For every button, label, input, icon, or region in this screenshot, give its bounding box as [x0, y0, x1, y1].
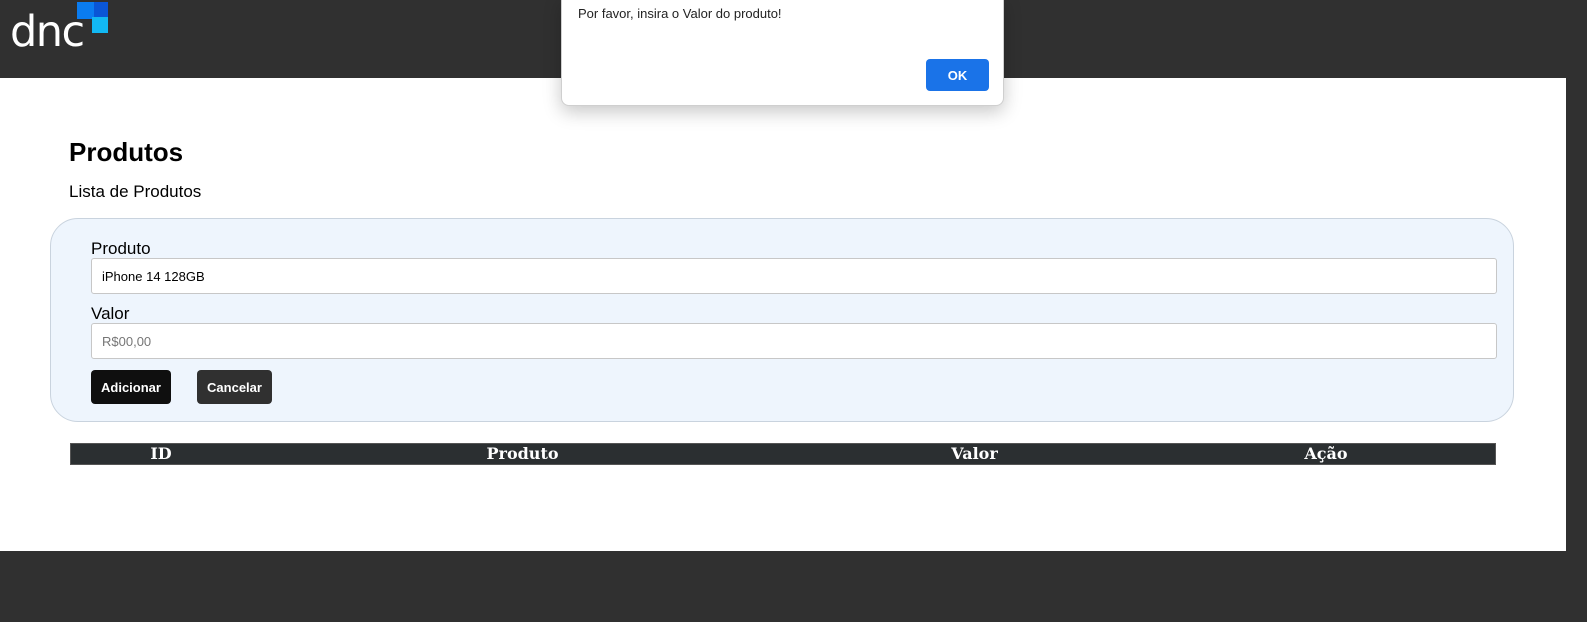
page-title: Produtos: [69, 137, 184, 167]
cancel-button[interactable]: Cancelar: [197, 370, 272, 404]
column-header-produto: Produto: [486, 444, 559, 463]
alert-message: Por favor, insira o Valor do produto!: [578, 6, 782, 21]
products-table-header: ID Produto Valor Ação: [70, 443, 1496, 465]
valor-input[interactable]: [91, 323, 1497, 359]
add-button[interactable]: Adicionar: [91, 370, 171, 404]
product-form: Produto Valor Adicionar Cancelar: [50, 218, 1514, 422]
page-footer: [0, 551, 1587, 622]
alert-ok-button[interactable]: OK: [926, 59, 989, 91]
alert-dialog: Por favor, insira o Valor do produto! OK: [561, 0, 1004, 106]
column-header-acao: Ação: [1304, 444, 1348, 463]
page-subtitle: Lista de Produtos: [69, 182, 202, 201]
main-content: Produtos Lista de Produtos Produto Valor…: [0, 78, 1566, 551]
column-header-valor: Valor: [951, 444, 998, 463]
produto-input[interactable]: [91, 258, 1497, 294]
logo-square-icon: [92, 2, 108, 17]
dnc-logo[interactable]: dnc: [10, 0, 114, 56]
logo-square-icon: [92, 17, 108, 33]
produto-label: Produto: [91, 239, 151, 258]
logo-text: dnc: [10, 7, 85, 57]
valor-label: Valor: [91, 304, 130, 323]
column-header-id: ID: [150, 444, 172, 463]
page-edge: [1566, 78, 1587, 551]
